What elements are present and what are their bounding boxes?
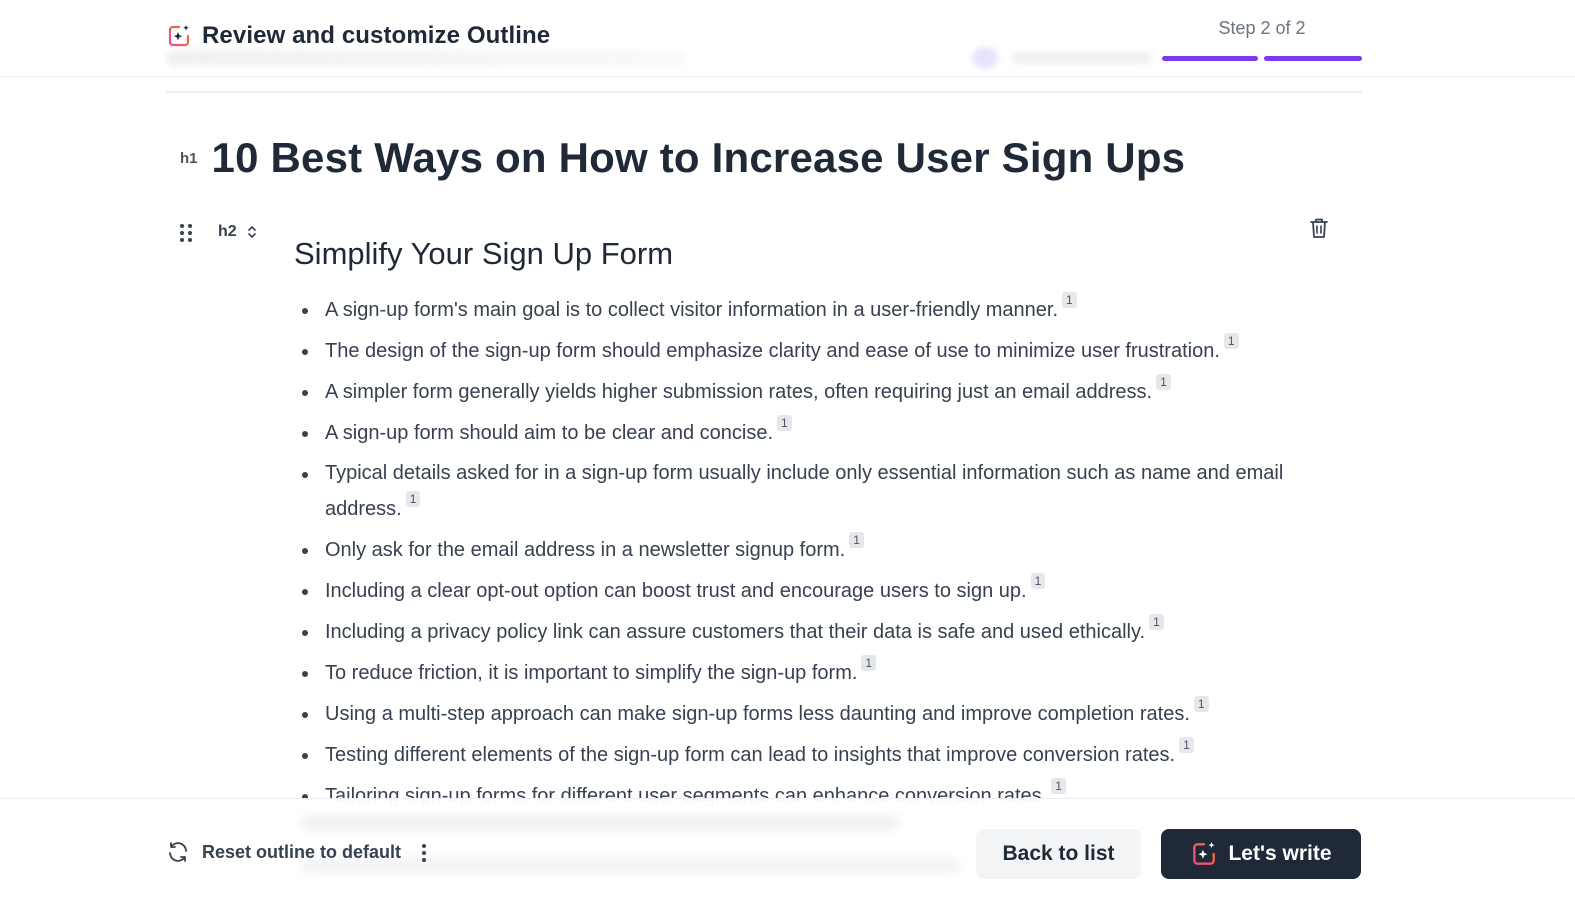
- outline-bullet-item[interactable]: Typical details asked for in a sign-up f…: [300, 456, 1310, 527]
- outline-bullet-text: Including a clear opt-out option can boo…: [325, 580, 1027, 602]
- citation-badge[interactable]: 1: [1030, 573, 1046, 589]
- section-title[interactable]: Simplify Your Sign Up Form: [294, 236, 673, 272]
- heading-level-select[interactable]: h2: [218, 223, 237, 241]
- lets-write-button[interactable]: Let's write: [1161, 829, 1361, 879]
- step-indicator-text: Step 2 of 2: [1218, 18, 1306, 38]
- top-header: Review and customize Outline Step 2 of 2: [0, 0, 1575, 77]
- citation-badge[interactable]: 1: [1179, 737, 1194, 753]
- outline-bullet-text: Typical details asked for in a sign-up f…: [325, 462, 1284, 520]
- step-progress: [1162, 56, 1362, 61]
- reset-outline-label: Reset outline to default: [202, 841, 402, 862]
- trash-icon[interactable]: [1306, 215, 1332, 241]
- sparkle-doc-icon: [168, 25, 190, 47]
- blurred-background-text: [1012, 52, 1152, 64]
- outline-bullet-text: A simpler form generally yields higher s…: [325, 381, 1153, 403]
- back-to-list-button[interactable]: Back to list: [976, 829, 1141, 879]
- citation-badge[interactable]: 1: [849, 532, 864, 548]
- header-title: Review and customize Outline: [166, 22, 550, 50]
- outline-bullet-item[interactable]: The design of the sign-up form should em…: [300, 333, 1310, 369]
- outline-bullet-text: To reduce friction, it is important to s…: [325, 662, 858, 684]
- outline-bullet-text: A sign-up form should aim to be clear an…: [325, 422, 774, 444]
- blurred-background-text: [166, 50, 686, 66]
- outline-bullet-text: The design of the sign-up form should em…: [325, 340, 1220, 362]
- citation-badge[interactable]: 1: [1193, 696, 1209, 712]
- outline-bullet-text: Using a multi-step approach can make sig…: [325, 703, 1190, 725]
- outline-bullet-item[interactable]: A sign-up form's main goal is to collect…: [300, 292, 1310, 328]
- step-progress-segment-2: [1264, 56, 1362, 61]
- section-bullet-list: A sign-up form's main goal is to collect…: [300, 292, 1310, 819]
- outline-bullet-item[interactable]: Only ask for the email address in a news…: [300, 532, 1310, 568]
- citation-badge[interactable]: 1: [1149, 614, 1164, 630]
- drag-handle-icon[interactable]: [180, 222, 196, 242]
- outline-bullet-item[interactable]: Using a multi-step approach can make sig…: [300, 696, 1310, 732]
- outline-bullet-text: Including a privacy policy link can assu…: [325, 621, 1146, 643]
- outline-bullet-text: Testing different elements of the sign-u…: [325, 744, 1176, 766]
- outline-bullet-text: Only ask for the email address in a news…: [325, 539, 846, 561]
- divider: [166, 91, 1362, 93]
- lets-write-label: Let's write: [1228, 842, 1332, 865]
- h2-controls: h2: [180, 222, 259, 242]
- outline-bullet-item[interactable]: Testing different elements of the sign-u…: [300, 737, 1310, 773]
- blurred-background-text: [300, 815, 900, 831]
- reset-outline-button[interactable]: Reset outline to default: [166, 840, 401, 864]
- outline-bullet-item[interactable]: A simpler form generally yields higher s…: [300, 374, 1310, 410]
- outline-h1-row: h1 10 Best Ways on How to Increase User …: [180, 134, 1185, 182]
- citation-badge[interactable]: 1: [777, 415, 792, 431]
- chevron-up-down-icon[interactable]: [245, 222, 259, 242]
- sparkle-doc-icon: [1193, 842, 1216, 865]
- refresh-icon: [169, 842, 187, 862]
- citation-badge[interactable]: 1: [1062, 292, 1077, 308]
- citation-badge[interactable]: 1: [861, 655, 877, 671]
- outline-bullet-item[interactable]: To reduce friction, it is important to s…: [300, 655, 1310, 691]
- step-progress-segment-1: [1162, 56, 1258, 61]
- citation-badge[interactable]: 1: [405, 491, 421, 507]
- outline-bullet-item[interactable]: A sign-up form should aim to be clear an…: [300, 415, 1310, 451]
- header-title-text: Review and customize Outline: [202, 22, 551, 49]
- citation-badge[interactable]: 1: [1051, 778, 1066, 794]
- outline-bullet-item[interactable]: Including a privacy policy link can assu…: [300, 614, 1310, 650]
- blurred-background-icon: [972, 47, 998, 69]
- article-title[interactable]: 10 Best Ways on How to Increase User Sig…: [212, 134, 1186, 182]
- citation-badge[interactable]: 1: [1156, 374, 1171, 390]
- outline-bullet-text: A sign-up form's main goal is to collect…: [325, 299, 1059, 321]
- h1-tag: h1: [180, 149, 198, 167]
- outline-bullet-item[interactable]: Including a clear opt-out option can boo…: [300, 573, 1310, 609]
- more-options-icon[interactable]: [416, 841, 432, 865]
- citation-badge[interactable]: 1: [1223, 333, 1239, 349]
